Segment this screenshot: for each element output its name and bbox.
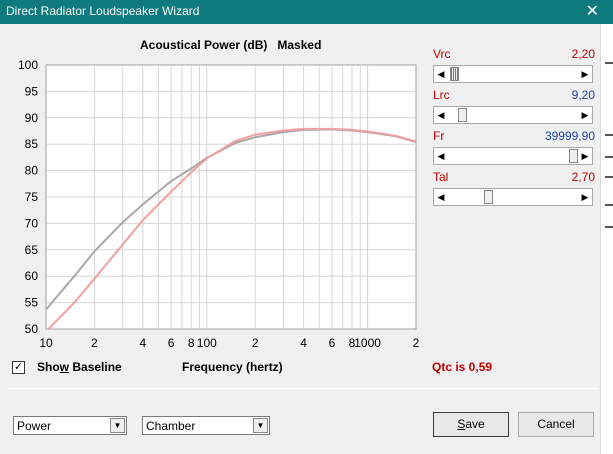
y-tick-label: 95	[25, 84, 39, 98]
scroll-right-icon[interactable]: ▶	[578, 148, 592, 164]
x-tick-label: 1000	[354, 336, 381, 350]
x-axis-label: Frequency (hertz)	[182, 360, 283, 374]
x-tick-label: 10	[39, 336, 53, 350]
slider-vrc-value: 2,20	[571, 47, 595, 61]
background-window-edge	[600, 24, 613, 454]
scroll-left-icon[interactable]: ◀	[434, 66, 448, 82]
divider	[8, 388, 598, 389]
y-tick-label: 55	[25, 296, 39, 310]
slider-tal[interactable]: ◀ ▶	[433, 188, 593, 206]
environment-select[interactable]: Chamber ▼	[142, 416, 270, 435]
y-tick-label: 70	[25, 216, 39, 230]
edge-mark	[605, 156, 613, 158]
chart-title-text: Acoustical Power (dB)	[140, 38, 268, 52]
x-tick-label: 4	[139, 336, 146, 350]
slider-fr[interactable]: ◀ ▶	[433, 147, 593, 165]
slider-vrc-label: Vrc	[433, 47, 451, 61]
chart-title: Acoustical Power (dB) Masked	[140, 38, 321, 52]
edge-mark	[605, 226, 613, 228]
slider-lrc-value: 9,20	[571, 88, 595, 102]
x-tick-label: 8	[188, 336, 195, 350]
y-tick-label: 85	[25, 137, 39, 151]
window-title: Direct Radiator Loudspeaker Wizard	[6, 4, 200, 18]
x-tick-label: 2	[252, 336, 259, 350]
scroll-right-icon[interactable]: ▶	[578, 66, 592, 82]
y-tick-label: 100	[18, 58, 38, 72]
chevron-down-icon[interactable]: ▼	[253, 418, 268, 433]
scroll-left-icon[interactable]: ◀	[434, 189, 448, 205]
edge-mark	[605, 134, 613, 136]
y-tick-label: 60	[25, 269, 39, 283]
y-tick-label: 75	[25, 190, 39, 204]
slider-vrc[interactable]: ◀ ▶	[433, 65, 593, 83]
cancel-button[interactable]: Cancel	[518, 412, 594, 437]
x-tick-label: 6	[168, 336, 175, 350]
y-tick-label: 80	[25, 164, 39, 178]
edge-mark	[605, 204, 613, 206]
slider-thumb[interactable]	[569, 149, 578, 163]
slider-tal-label: Tal	[433, 170, 449, 184]
scroll-left-icon[interactable]: ◀	[434, 148, 448, 164]
chart-mode-label: Masked	[277, 38, 322, 52]
slider-fr-value: 39999,90	[544, 129, 595, 143]
y-tick-label: 65	[25, 243, 39, 257]
title-bar: Direct Radiator Loudspeaker Wizard ✕	[0, 0, 613, 24]
show-baseline-label[interactable]: Show Baseline	[37, 360, 122, 374]
slider-fr-label: Fr	[433, 129, 445, 143]
slider-thumb[interactable]	[457, 108, 467, 122]
output-type-select[interactable]: Power ▼	[13, 416, 127, 435]
edge-mark	[605, 176, 613, 178]
close-icon[interactable]: ✕	[586, 1, 599, 21]
show-baseline-checkbox[interactable]: ✓	[12, 361, 25, 374]
slider-lrc[interactable]: ◀ ▶	[433, 106, 593, 124]
edge-mark	[605, 62, 613, 64]
x-tick-label: 100	[197, 336, 217, 350]
x-tick-label: 2	[413, 336, 420, 350]
y-tick-label: 50	[25, 322, 39, 336]
chevron-down-icon[interactable]: ▼	[110, 418, 125, 433]
output-type-value: Power	[17, 419, 52, 433]
qtc-readout: Qtc is 0,59	[432, 360, 493, 374]
slider-thumb[interactable]	[450, 67, 460, 81]
scroll-right-icon[interactable]: ▶	[578, 189, 592, 205]
save-button[interactable]: Save	[433, 412, 509, 437]
environment-value: Chamber	[146, 419, 196, 433]
x-tick-label: 2	[91, 336, 98, 350]
power-chart: 1009590858075706560555010 2 4 6 8 100 2 4 6 81000…	[18, 58, 420, 350]
x-tick-label: 6	[329, 336, 336, 350]
slider-thumb[interactable]	[484, 190, 494, 204]
scroll-right-icon[interactable]: ▶	[578, 107, 592, 123]
scroll-left-icon[interactable]: ◀	[434, 107, 448, 123]
slider-tal-value: 2,70	[571, 170, 595, 184]
y-tick-label: 90	[25, 111, 39, 125]
slider-lrc-label: Lrc	[433, 88, 450, 102]
x-tick-label: 4	[300, 336, 307, 350]
